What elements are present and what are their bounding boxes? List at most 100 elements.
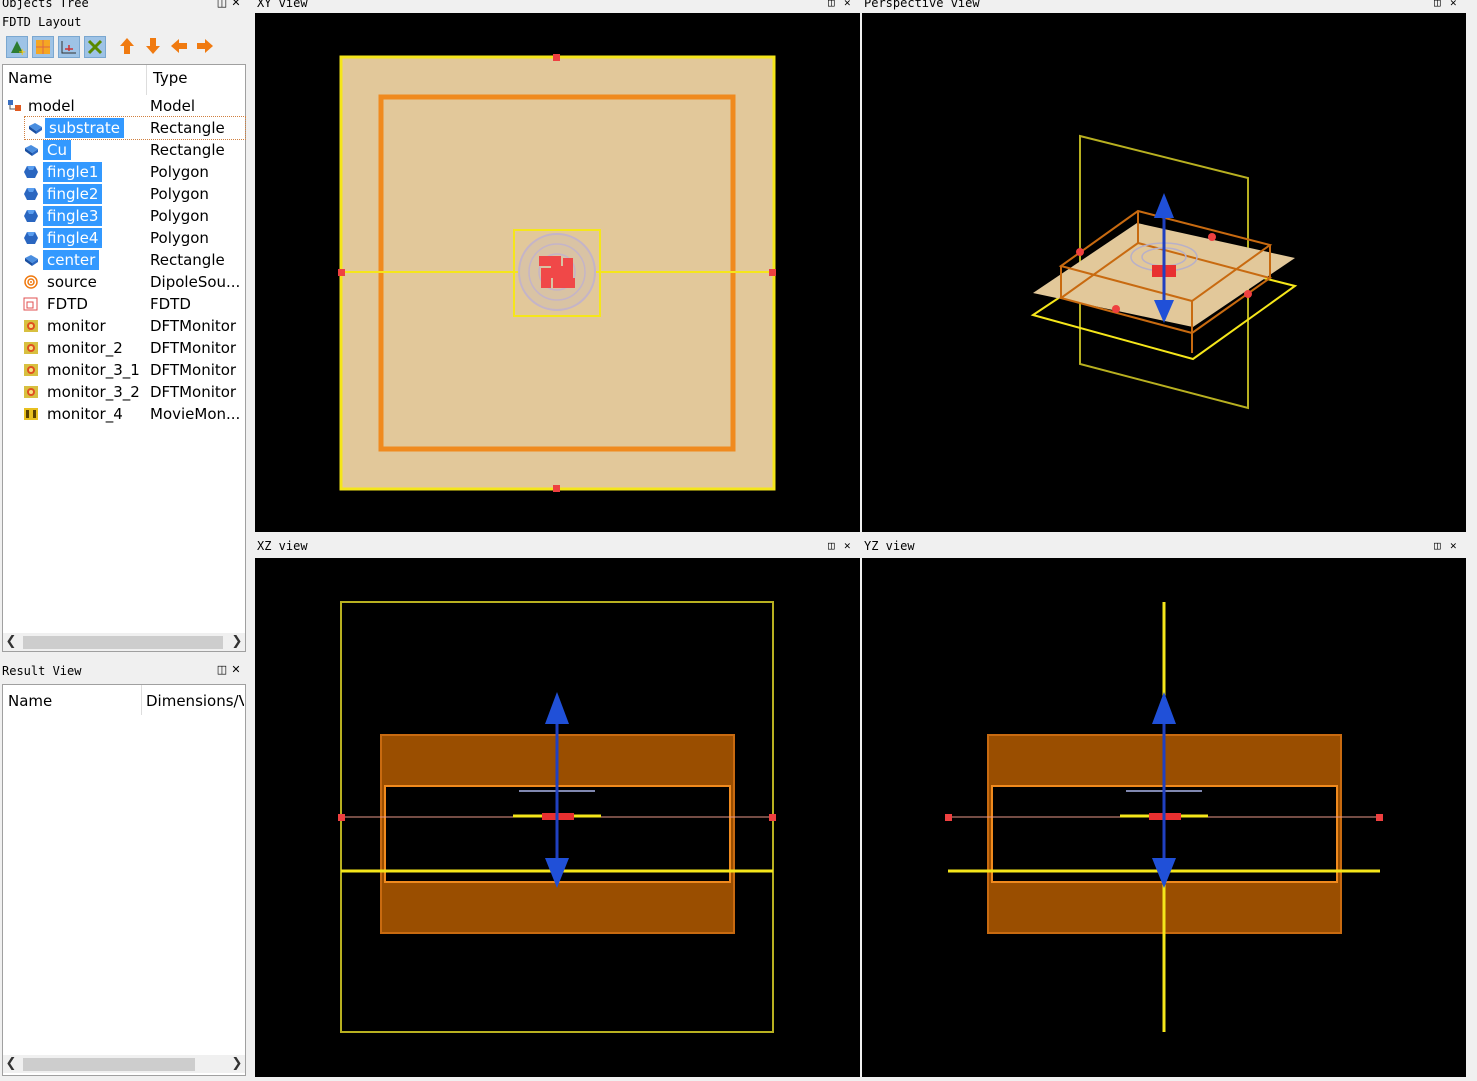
scroll-thumb[interactable] <box>23 636 223 649</box>
handle[interactable] <box>1112 305 1120 313</box>
polygon-icon <box>23 165 39 179</box>
add-group-button[interactable] <box>32 36 54 58</box>
tree-item-name: FDTD <box>47 295 88 313</box>
float-icon[interactable]: ◫ <box>215 663 229 677</box>
result-horizontal-scrollbar[interactable]: ❮ ❯ <box>3 1055 245 1073</box>
monitor-icon <box>23 341 39 355</box>
handle[interactable] <box>1244 290 1252 298</box>
handle-right[interactable] <box>769 269 776 276</box>
add-structure-button[interactable] <box>84 36 106 58</box>
tree-item-fingle3[interactable]: fingle3 Polygon <box>3 205 243 227</box>
yz-scene <box>945 602 1383 1032</box>
fingle-polygons[interactable] <box>539 256 575 288</box>
tree-item-name: fingle4 <box>43 228 103 248</box>
perspective-view-canvas[interactable] <box>862 13 1466 532</box>
xy-view-title: XY view ◫ ✕ <box>255 0 860 11</box>
tree-item-type: Model <box>150 97 196 115</box>
tree-item-name: Cu <box>43 140 71 160</box>
rectangle-icon <box>23 143 39 157</box>
tree-item-monitor[interactable]: monitor DFTMonitor <box>3 315 243 337</box>
float-icon[interactable]: ◫ <box>1434 0 1441 11</box>
column-header-name[interactable]: Name <box>8 69 52 87</box>
result-header-dimensions[interactable]: Dimensions/V <box>146 692 244 710</box>
tree-item-name: source <box>47 273 97 291</box>
source-icon <box>23 275 39 289</box>
tree-item-fingle1[interactable]: fingle1 Polygon <box>3 161 243 183</box>
arrow-up-icon <box>120 38 134 54</box>
scroll-right-icon[interactable]: ❯ <box>229 1055 245 1073</box>
xz-view-canvas[interactable] <box>255 558 860 1077</box>
close-icon[interactable]: ✕ <box>1450 0 1457 11</box>
tree-item-name: monitor_2 <box>47 339 123 357</box>
move-up-button[interactable] <box>117 36 139 58</box>
yz-view-label: YZ view <box>864 539 915 553</box>
layout-label: FDTD Layout <box>2 15 82 29</box>
close-icon[interactable]: ✕ <box>844 0 851 11</box>
tree-item-source[interactable]: source DipoleSou... <box>3 271 243 293</box>
tree-item-name: substrate <box>45 118 125 138</box>
column-header-type[interactable]: Type <box>153 69 187 87</box>
result-header-name[interactable]: Name <box>8 692 52 710</box>
xz-view-title: XZ view ◫ ✕ <box>255 538 860 554</box>
close-icon[interactable]: ✕ <box>1450 538 1457 554</box>
close-icon[interactable]: ✕ <box>844 538 851 554</box>
add-object-button[interactable]: + <box>6 36 28 58</box>
handle[interactable] <box>1208 233 1216 241</box>
close-icon[interactable]: ✕ <box>229 0 243 10</box>
scroll-right-icon[interactable]: ❯ <box>229 633 245 651</box>
tree-item-fdtd[interactable]: FDTD FDTD <box>3 293 243 315</box>
tree-item-type: Rectangle <box>150 251 225 269</box>
tree-item-monitor_3_1[interactable]: monitor_3_1 DFTMonitor <box>3 359 243 381</box>
handle-right[interactable] <box>769 814 776 821</box>
svg-text:+: + <box>18 47 26 57</box>
handle-left[interactable] <box>338 269 345 276</box>
xz-scene <box>338 601 776 1033</box>
tree-item-monitor_4[interactable]: monitor_4 MovieMon... <box>3 403 243 425</box>
tree-item-type: FDTD <box>150 295 191 313</box>
yz-view-title: YZ view ◫ ✕ <box>862 538 1466 554</box>
move-left-button[interactable] <box>169 36 191 58</box>
tree-item-center[interactable]: center Rectangle <box>3 249 243 271</box>
tree-item-monitor_3_2[interactable]: monitor_3_2 DFTMonitor <box>3 381 243 403</box>
result-view-panel: Name Dimensions/V ❮ ❯ <box>2 684 246 1076</box>
analysis-icon <box>61 41 76 54</box>
dipole-arrow-up-icon <box>545 692 569 724</box>
handle-bottom[interactable] <box>553 485 560 492</box>
tree-item-name: monitor_4 <box>47 405 123 423</box>
close-icon[interactable]: ✕ <box>229 663 243 677</box>
scroll-thumb[interactable] <box>23 1058 195 1071</box>
rectangle-icon <box>23 253 39 267</box>
tree-item-model[interactable]: model Model <box>3 95 243 117</box>
handle-left[interactable] <box>945 814 952 821</box>
float-icon[interactable]: ◫ <box>1434 538 1441 554</box>
add-object-icon: + <box>11 41 26 58</box>
rectangle-icon <box>27 121 43 135</box>
handle-right[interactable] <box>1376 814 1383 821</box>
tree-item-monitor_2[interactable]: monitor_2 DFTMonitor <box>3 337 243 359</box>
tree-item-substrate[interactable]: substrate Rectangle <box>24 116 246 140</box>
handle-top[interactable] <box>553 54 560 61</box>
xy-view-canvas[interactable] <box>255 13 860 532</box>
float-icon[interactable]: ◫ <box>215 0 229 10</box>
tree-item-type: Polygon <box>150 229 209 247</box>
scroll-left-icon[interactable]: ❮ <box>3 633 19 651</box>
tree-item-type: DFTMonitor <box>150 383 237 401</box>
tree-item-fingle4[interactable]: fingle4 Polygon <box>3 227 243 249</box>
tree-item-type: Rectangle <box>150 119 225 137</box>
handle-left[interactable] <box>338 814 345 821</box>
tree-horizontal-scrollbar[interactable]: ❮ ❯ <box>3 633 245 651</box>
tree-item-cu[interactable]: Cu Rectangle <box>3 139 243 161</box>
scroll-left-icon[interactable]: ❮ <box>3 1055 19 1073</box>
float-icon[interactable]: ◫ <box>828 0 835 11</box>
move-down-button[interactable] <box>143 36 165 58</box>
tree-item-type: Rectangle <box>150 141 225 159</box>
tree-item-fingle2[interactable]: fingle2 Polygon <box>3 183 243 205</box>
tree-rows: model Model substrate Rectangle Cu Rectangle f… <box>3 95 246 425</box>
tree-item-type: DipoleSou... <box>150 273 241 291</box>
float-icon[interactable]: ◫ <box>828 538 835 554</box>
yz-view-canvas[interactable] <box>862 558 1466 1077</box>
add-analysis-button[interactable] <box>58 36 80 58</box>
move-right-button[interactable] <box>195 36 217 58</box>
handle[interactable] <box>1076 248 1084 256</box>
tree-item-name: model <box>28 97 75 115</box>
